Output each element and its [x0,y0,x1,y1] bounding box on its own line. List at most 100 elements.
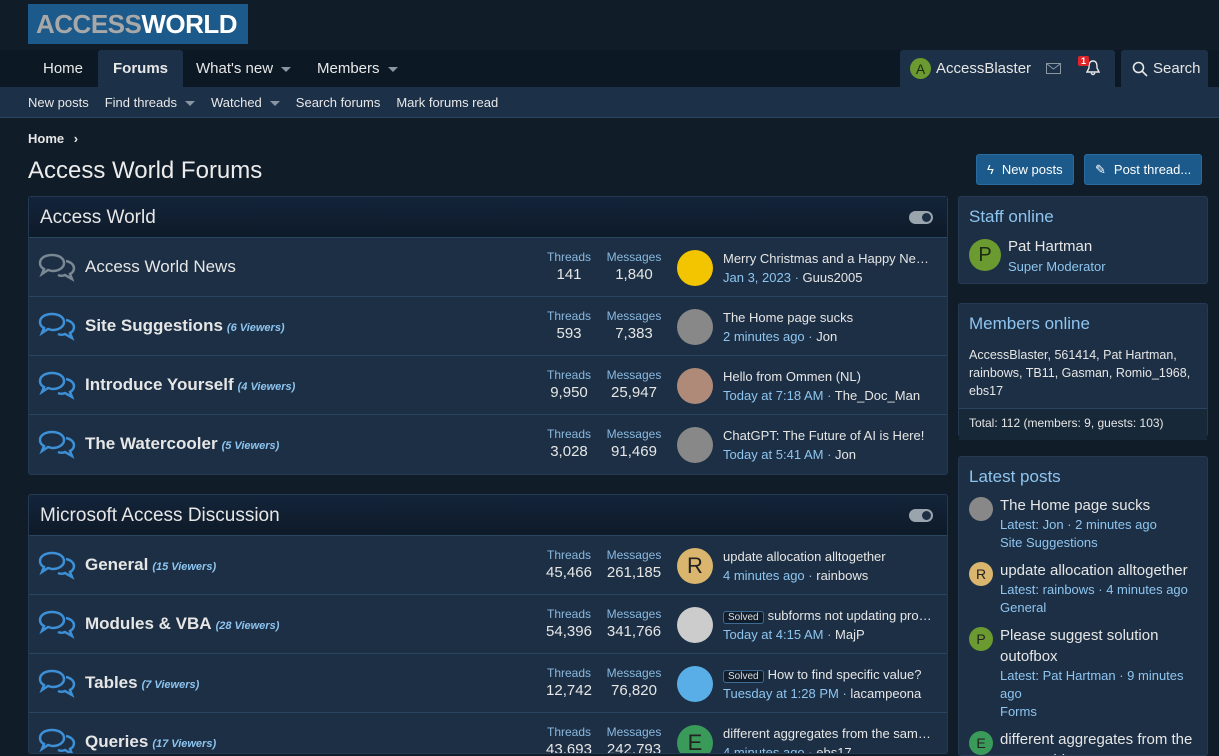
latest-date[interactable]: 4 minutes ago [723,745,805,753]
nav-forums[interactable]: Forums [98,50,184,87]
latest-post-title[interactable]: The Home page sucks [1000,495,1207,516]
latest-date[interactable]: Today at 4:15 AM [723,627,823,642]
nav-members[interactable]: Members [302,50,413,87]
stat-value: 12,742 [546,682,592,699]
mail-icon[interactable] [1046,63,1061,74]
latest-thread[interactable]: different aggregates from the same table [723,726,938,741]
user-name[interactable]: AccessBlaster [936,50,1031,87]
stat-label: Messages [606,368,662,382]
forum-title[interactable]: Site Suggestions (6 Viewers) [85,316,285,336]
forum-name[interactable]: General [85,555,148,574]
latest-user[interactable]: rainbows [816,568,868,583]
forum-title[interactable]: Tables (7 Viewers) [85,673,199,693]
latest-user[interactable]: The_Doc_Man [835,388,920,403]
latest-poster-avatar[interactable] [677,368,713,404]
latest-thread-title[interactable]: How to find specific value? [768,667,922,682]
forum-title[interactable]: General (15 Viewers) [85,555,216,575]
forum-name[interactable]: Site Suggestions [85,316,223,335]
chevron-down-icon[interactable] [281,66,292,72]
latest-poster-avatar[interactable]: R [677,548,713,584]
latest-user[interactable]: ebs17 [816,745,851,753]
forum-title[interactable]: Queries (17 Viewers) [85,732,216,752]
site-logo[interactable]: ACCESSWORLD [28,4,248,44]
subnav-find-threads[interactable]: Find threads [105,95,195,110]
latest-poster-avatar[interactable] [677,666,713,702]
latest-date[interactable]: Tuesday at 1:28 PM [723,686,839,701]
latest-post-title[interactable]: update allocation alltogether [1000,560,1207,581]
latest-poster-avatar[interactable] [677,607,713,643]
user-avatar[interactable]: A [910,58,931,79]
collapse-toggle[interactable] [909,211,933,224]
latest-date[interactable]: Today at 7:18 AM [723,388,823,403]
category-block: Microsoft Access Discussion General (15 V… [28,494,948,754]
nav-home[interactable]: Home [28,50,98,87]
search-button[interactable]: Search [1121,50,1208,87]
forum-name[interactable]: Tables [85,673,138,692]
latest-thread-title[interactable]: Merry Christmas and a Happy New Year [723,251,938,266]
subnav-new-posts[interactable]: New posts [28,95,89,110]
forum-viewers: (7 Viewers) [141,679,200,691]
latest-user[interactable]: lacampeona [850,686,921,701]
latest-thread[interactable]: update allocation alltogether [723,549,938,564]
forum-name[interactable]: Introduce Yourself [85,375,234,394]
latest-post-meta[interactable]: Latest: Jon · 2 minutes ago [1000,516,1207,534]
latest-date[interactable]: Today at 5:41 AM [723,447,823,462]
latest-post-forum[interactable]: Forms [1000,703,1207,721]
latest-user[interactable]: Jon [816,329,837,344]
latest-poster-avatar[interactable]: E [677,725,713,753]
latest-thread-title[interactable]: subforms not updating properly [768,608,938,623]
latest-thread-title[interactable]: ChatGPT: The Future of AI is Here! [723,428,924,443]
forum-title[interactable]: Modules & VBA (28 Viewers) [85,614,279,634]
latest-thread-title[interactable]: different aggregates from the same table [723,726,938,741]
latest-user[interactable]: Guus2005 [803,270,863,285]
forum-title[interactable]: Access World News [85,257,236,277]
forum-name[interactable]: Modules & VBA [85,614,212,633]
staff-avatar[interactable]: P [969,239,1001,271]
forum-title[interactable]: Introduce Yourself (4 Viewers) [85,375,295,395]
new-posts-button[interactable]: ϟ New posts [976,154,1074,185]
forum-name[interactable]: Access World News [85,257,236,276]
subnav-search-forums[interactable]: Search forums [296,95,381,110]
latest-thread-title[interactable]: The Home page sucks [723,310,853,325]
latest-post-avatar[interactable]: E [969,731,993,755]
post-thread-button[interactable]: ✎ Post thread... [1084,154,1203,185]
latest-thread-title[interactable]: update allocation alltogether [723,549,886,564]
subnav-mark-read[interactable]: Mark forums read [396,95,498,110]
latest-thread[interactable]: Hello from Ommen (NL) [723,369,938,384]
latest-date[interactable]: 4 minutes ago [723,568,805,583]
latest-post-forum[interactable]: Site Suggestions [1000,534,1207,552]
latest-thread[interactable]: Solved How to find specific value? [723,667,938,683]
chevron-down-icon[interactable] [387,66,398,72]
latest-post-title[interactable]: different aggregates from the same table [1000,729,1207,755]
latest-thread[interactable]: Solved subforms not updating properly [723,608,938,624]
latest-thread[interactable]: ChatGPT: The Future of AI is Here! [723,428,938,443]
latest-post-meta[interactable]: Latest: Pat Hartman · 9 minutes ago [1000,667,1207,703]
forum-stat-threads: Threads 593 [534,309,604,342]
latest-post-title[interactable]: Please suggest solution outofbox [1000,625,1207,667]
staff-name[interactable]: Pat Hartman [1008,238,1092,255]
latest-date[interactable]: 2 minutes ago [723,329,805,344]
latest-user[interactable]: MajP [835,627,865,642]
latest-poster-avatar[interactable] [677,427,713,463]
latest-poster-avatar[interactable] [677,309,713,345]
nav-whats-new[interactable]: What's new [181,50,306,87]
latest-post-meta[interactable]: Latest: rainbows · 4 minutes ago [1000,581,1207,599]
collapse-toggle[interactable] [909,509,933,522]
forum-name[interactable]: Queries [85,732,148,751]
latest-post-avatar[interactable]: P [969,627,993,651]
category-header: Microsoft Access Discussion [29,495,947,536]
latest-post-avatar[interactable]: R [969,562,993,586]
forum-name[interactable]: The Watercooler [85,434,218,453]
latest-post-avatar[interactable] [969,497,993,521]
subnav-watched[interactable]: Watched [211,95,280,110]
latest-user[interactable]: Jon [835,447,856,462]
latest-thread[interactable]: The Home page sucks [723,310,938,325]
latest-post-forum[interactable]: General [1000,599,1207,617]
latest-thread[interactable]: Merry Christmas and a Happy New Year [723,251,938,266]
breadcrumb[interactable]: Home › [28,131,78,146]
latest-poster-avatar[interactable] [677,250,713,286]
forum-title[interactable]: The Watercooler (5 Viewers) [85,434,279,454]
latest-date[interactable]: Jan 3, 2023 [723,270,791,285]
latest-thread-title[interactable]: Hello from Ommen (NL) [723,369,861,384]
members-list[interactable]: AccessBlaster, 561414, Pat Hartman, rain… [959,334,1207,408]
